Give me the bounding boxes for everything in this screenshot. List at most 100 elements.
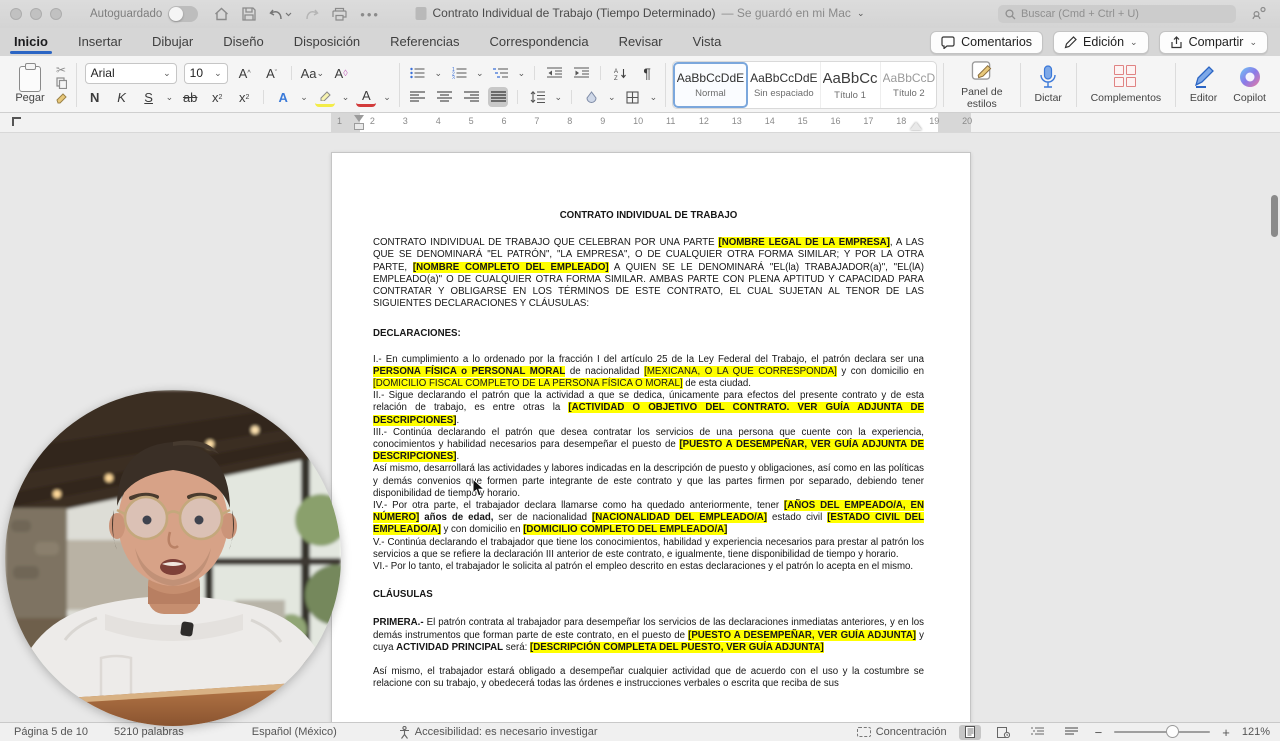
tab-insertar[interactable]: Insertar — [78, 30, 122, 55]
underline-button[interactable]: S — [139, 87, 159, 107]
paragraph[interactable]: Así mismo, desarrollará las actividades … — [373, 463, 924, 500]
editor-button[interactable]: Editor — [1182, 60, 1225, 110]
tab-referencias[interactable]: Referencias — [390, 30, 459, 55]
shrink-font-icon[interactable]: Aˇ — [262, 63, 282, 83]
styles-pane-button[interactable]: Panel de estilos — [950, 60, 1014, 110]
undo-icon[interactable] — [269, 8, 292, 21]
clear-formatting-icon[interactable]: A ◊ — [331, 63, 351, 83]
home-icon[interactable] — [214, 7, 229, 21]
page-indicator[interactable]: Página 5 de 10 — [14, 726, 88, 738]
format-painter-icon[interactable] — [56, 92, 68, 107]
zoom-slider[interactable] — [1114, 725, 1211, 738]
align-left-icon[interactable] — [407, 87, 427, 107]
draft-view-button[interactable] — [1061, 725, 1083, 740]
shading-icon[interactable] — [581, 87, 601, 107]
addins-button[interactable]: Complementos — [1083, 60, 1170, 110]
tab-revisar[interactable]: Revisar — [619, 30, 663, 55]
chevron-down-icon[interactable]: ⌄ — [857, 8, 865, 19]
paragraph[interactable]: V.- Continúa declarando el trabajador qu… — [373, 537, 924, 561]
document-content[interactable]: CONTRATO INDIVIDUAL DE TRABAJO CONTRATO I… — [332, 153, 970, 691]
print-icon[interactable] — [332, 7, 347, 21]
style-titulo-2[interactable]: AaBbCcD Título 2 — [881, 62, 937, 108]
borders-icon[interactable] — [623, 87, 643, 107]
reading-view-button[interactable] — [993, 725, 1015, 740]
strikethrough-button[interactable]: ab — [180, 87, 200, 107]
paragraph[interactable]: PRIMERA.- El patrón contrata al trabajad… — [373, 617, 924, 654]
bullets-icon[interactable] — [407, 63, 427, 83]
close-window-button[interactable] — [10, 8, 22, 20]
increase-indent-icon[interactable] — [571, 63, 591, 83]
zoom-out-button[interactable]: − — [1095, 725, 1103, 740]
more-commands-icon[interactable]: ••• — [360, 7, 380, 22]
justify-icon[interactable] — [488, 87, 509, 107]
tab-diseno[interactable]: Diseño — [223, 30, 263, 55]
zoom-level[interactable]: 121% — [1242, 726, 1270, 738]
save-icon[interactable] — [242, 7, 256, 21]
copy-icon[interactable] — [56, 77, 68, 92]
horizontal-ruler[interactable]: 1 2 3 4 5 6 7 8 9 10 11 12 13 14 15 16 17 18 19 20 — [0, 113, 1280, 133]
tab-stop-selector[interactable] — [12, 117, 21, 126]
highlight-color-icon[interactable] — [314, 87, 335, 107]
traffic-lights[interactable] — [10, 8, 62, 20]
search-input[interactable]: Buscar (Cmd + Ctrl + U) — [998, 5, 1236, 23]
decrease-indent-icon[interactable] — [544, 63, 564, 83]
document-save-status[interactable]: — Se guardó en mi Mac — [722, 6, 851, 20]
print-layout-view-button[interactable] — [958, 724, 981, 740]
zoom-in-button[interactable]: + — [1222, 725, 1230, 740]
language-indicator[interactable]: Español (México) — [252, 726, 337, 738]
align-right-icon[interactable] — [461, 87, 481, 107]
paragraph[interactable]: DECLARACIONES: — [373, 328, 924, 340]
outline-view-button[interactable] — [1027, 725, 1049, 740]
change-case-icon[interactable]: Aa ⌄ — [301, 63, 324, 83]
dictate-button[interactable]: Dictar — [1027, 60, 1070, 110]
paragraph[interactable]: CONTRATO INDIVIDUAL DE TRABAJO QUE CELEB… — [373, 237, 924, 310]
tab-dibujar[interactable]: Dibujar — [152, 30, 193, 55]
paragraph[interactable]: Así mismo, el trabajador estará obligado… — [373, 666, 924, 690]
font-color-icon[interactable]: A — [356, 87, 377, 107]
style-titulo-1[interactable]: AaBbCc Título 1 — [821, 62, 881, 108]
autosave-toggle[interactable] — [168, 6, 199, 22]
right-indent-marker[interactable] — [910, 122, 922, 130]
document-page[interactable]: CONTRATO INDIVIDUAL DE TRABAJO CONTRATO I… — [331, 152, 971, 722]
editing-mode-button[interactable]: Edición ⌄ — [1053, 30, 1149, 54]
multilevel-list-icon[interactable] — [491, 63, 511, 83]
word-count[interactable]: 5210 palabras — [114, 726, 184, 738]
font-name-select[interactable]: Arial ⌄ — [84, 62, 177, 84]
comments-button[interactable]: Comentarios — [930, 30, 1044, 54]
italic-button[interactable]: K — [112, 87, 132, 107]
line-spacing-icon[interactable] — [527, 87, 547, 107]
vertical-scrollbar[interactable] — [1271, 195, 1278, 237]
paste-button[interactable]: Pegar — [8, 63, 52, 104]
tab-disposicion[interactable]: Disposición — [294, 30, 360, 55]
bold-button[interactable]: N — [85, 87, 105, 107]
paragraph[interactable]: CONTRATO INDIVIDUAL DE TRABAJO — [373, 210, 924, 222]
paragraph[interactable]: II.- Sigue declarando el patrón que la a… — [373, 390, 924, 427]
left-indent-marker[interactable] — [354, 123, 364, 130]
paragraph[interactable]: I.- En cumplimiento a lo ordenado por la… — [373, 354, 924, 391]
first-line-indent-marker[interactable] — [354, 115, 364, 122]
grow-font-icon[interactable]: A ^ — [235, 63, 255, 83]
paragraph[interactable]: VI.- Por lo tanto, el trabajador le soli… — [373, 561, 924, 573]
text-effects-icon[interactable]: A — [273, 87, 293, 107]
superscript-button[interactable]: x2 — [234, 87, 254, 107]
paragraph[interactable]: III.- Continúa declarando el patrón que … — [373, 427, 924, 464]
minimize-window-button[interactable] — [30, 8, 42, 20]
tab-vista[interactable]: Vista — [693, 30, 722, 55]
paragraph[interactable]: IV.- Por otra parte, el trabajador decla… — [373, 500, 924, 537]
style-sin-espaciado[interactable]: AaBbCcDdE Sin espaciado — [748, 62, 821, 108]
focus-mode-button[interactable]: Concentración — [856, 726, 947, 738]
paragraph[interactable]: CLÁUSULAS — [373, 589, 924, 601]
zoom-window-button[interactable] — [50, 8, 62, 20]
zoom-slider-knob[interactable] — [1166, 725, 1180, 738]
tab-correspondencia[interactable]: Correspondencia — [490, 30, 589, 55]
font-size-select[interactable]: 10 ⌄ — [183, 62, 228, 84]
numbering-icon[interactable]: 123 — [449, 63, 469, 83]
show-paragraph-marks-icon[interactable]: ¶ — [637, 63, 657, 83]
redo-icon[interactable] — [305, 8, 319, 21]
share-button[interactable]: Compartir ⌄ — [1158, 30, 1268, 54]
cut-icon[interactable]: ✂ — [56, 63, 68, 77]
tab-inicio[interactable]: Inicio — [10, 30, 52, 55]
copilot-button[interactable]: Copilot — [1225, 60, 1274, 110]
align-center-icon[interactable] — [434, 87, 454, 107]
accessibility-status[interactable]: Accesibilidad: es necesario investigar — [399, 725, 598, 739]
